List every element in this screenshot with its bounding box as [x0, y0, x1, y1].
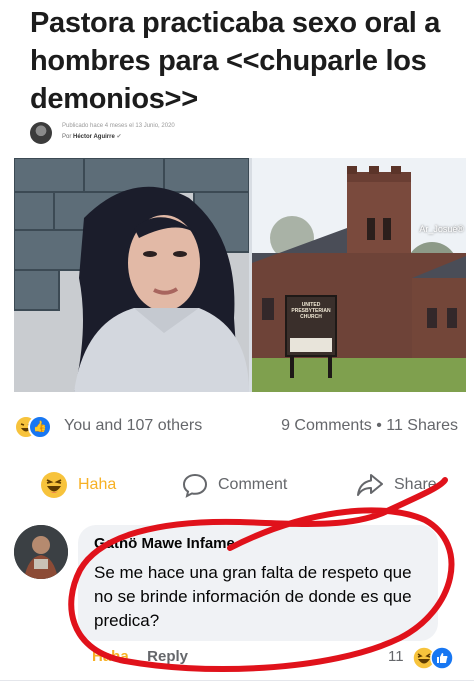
post-photo[interactable]: UNITED PRESBYTERIAN CHURCH Ar_Josué®	[14, 158, 466, 392]
comment-label: Comment	[218, 476, 288, 493]
church-sign-text: UNITED PRESBYTERIAN CHURCH	[291, 302, 331, 320]
verified-icon: ✔	[116, 134, 122, 140]
comment-actions: Haha Reply	[92, 648, 188, 670]
reaction-icons: 👍	[14, 415, 52, 439]
share-label: Share	[394, 476, 437, 493]
like-icon: 👍	[28, 415, 52, 439]
divider	[0, 680, 474, 681]
comment-text: Se me hace una gran falta de respeto que…	[94, 563, 412, 630]
photo-watermark: Ar_Josué®	[419, 224, 464, 234]
commenter-avatar[interactable]	[14, 525, 68, 579]
publish-date: Publicado hace 4 meses el 13 Junio, 2020	[62, 123, 175, 129]
reactions-count[interactable]: You and 107 others	[64, 417, 202, 435]
comments-shares-count[interactable]: 9 Comments • 11 Shares	[281, 417, 458, 435]
comment-haha-link[interactable]: Haha	[92, 648, 129, 665]
author-prefix: Por	[62, 134, 72, 140]
author-line: Por Héctor Aguirre ✔	[62, 133, 122, 140]
comment-reaction-icons	[410, 646, 456, 670]
comment-reaction-count[interactable]: 11	[388, 648, 404, 665]
share-icon	[357, 474, 383, 496]
comment-icon	[182, 473, 208, 498]
author-name[interactable]: Héctor Aguirre	[73, 134, 115, 140]
comment-like-icon	[430, 646, 454, 670]
haha-emoji-icon	[41, 472, 67, 498]
reactions-summary[interactable]: 👍 You and 107 others 9 Comments • 11 Sha…	[14, 412, 466, 440]
post-headline: Pastora practicaba sexo oral a hombres p…	[30, 7, 441, 115]
comment-button[interactable]: Comment	[182, 470, 287, 500]
author-avatar[interactable]	[30, 122, 52, 144]
haha-label: Haha	[78, 476, 117, 493]
post-actions: Haha Comment Share	[0, 462, 474, 506]
photo-woman	[14, 158, 249, 392]
photo-church: UNITED PRESBYTERIAN CHURCH Ar_Josué®	[252, 158, 466, 392]
share-button[interactable]: Share	[356, 470, 437, 500]
comment-bubble[interactable]: Gathö Mawe Infame Se me hace una gran fa…	[78, 525, 438, 641]
commenter-name[interactable]: Gathö Mawe Infame	[94, 535, 235, 552]
haha-button[interactable]: Haha	[40, 470, 116, 500]
comment-reply-link[interactable]: Reply	[147, 648, 188, 665]
